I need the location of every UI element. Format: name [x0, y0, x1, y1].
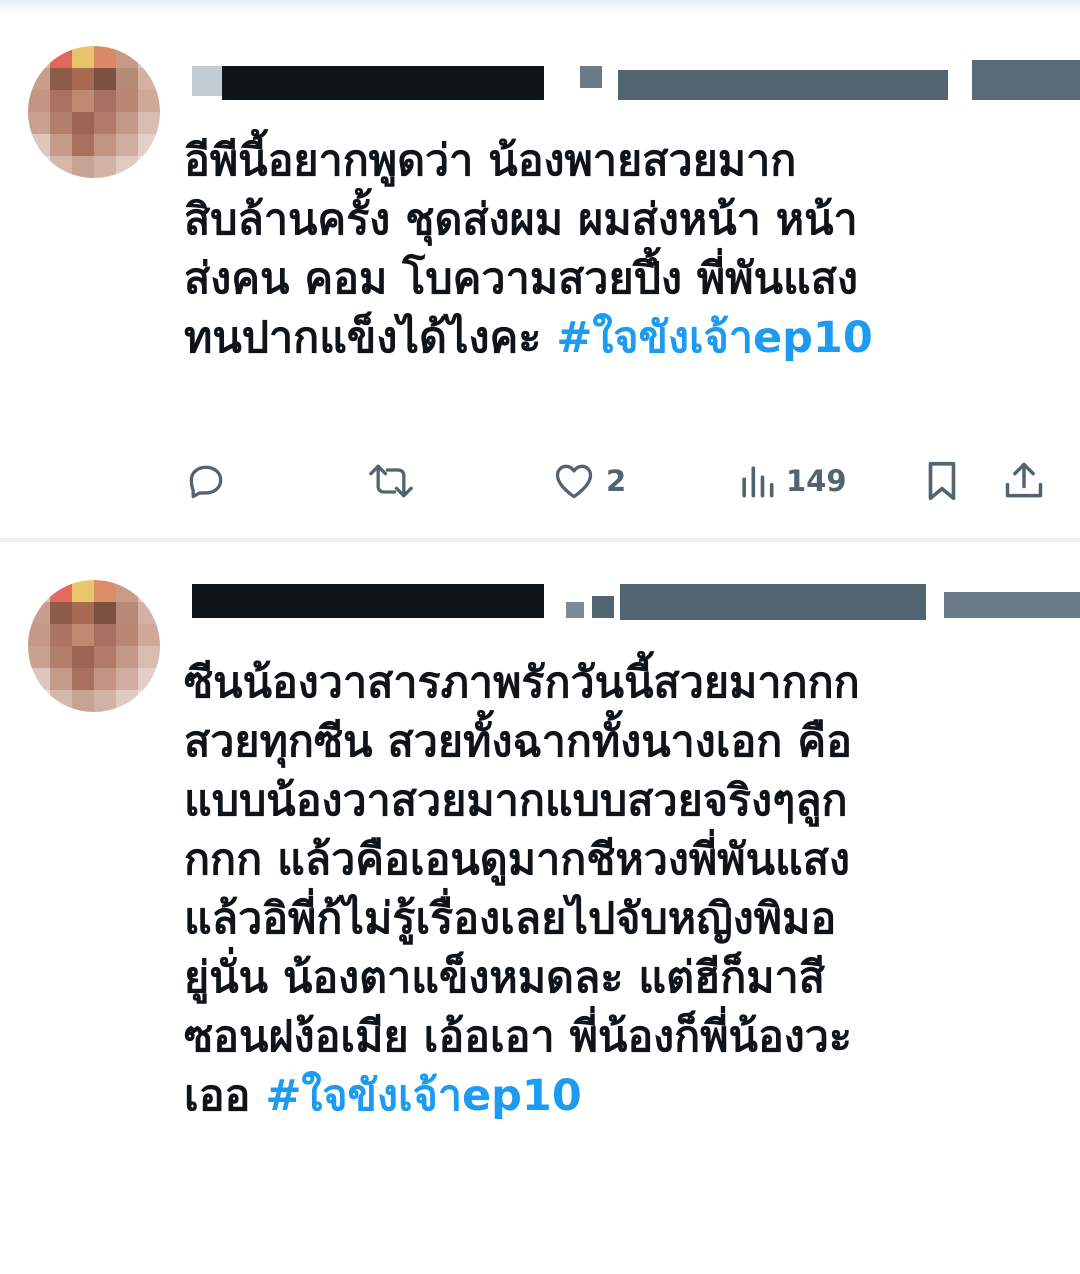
share-icon — [1005, 462, 1043, 498]
tweet-actions: 2 149 — [184, 455, 1054, 507]
hashtag-link[interactable]: #ใจขังเจ้าep10 — [265, 1071, 581, 1121]
views-icon — [742, 466, 774, 498]
like-count: 2 — [606, 464, 627, 498]
tweet-text: อีพีนี้อยากพูดว่า น้องพายสวยมาก สิบล้านค… — [184, 132, 1064, 368]
reply-icon — [189, 465, 223, 499]
views-button[interactable]: 149 — [738, 455, 847, 507]
hashtag-link[interactable]: #ใจขังเจ้าep10 — [556, 313, 872, 363]
retweet-icon — [369, 464, 413, 498]
retweet-button[interactable] — [366, 455, 416, 507]
bookmark-button[interactable] — [922, 455, 962, 507]
bookmark-icon — [928, 461, 956, 501]
share-button[interactable] — [1002, 455, 1046, 507]
heart-icon — [555, 464, 593, 499]
author-name-redacted[interactable] — [184, 0, 1080, 100]
like-button[interactable]: 2 — [552, 455, 626, 507]
tweet-card[interactable]: ซีนน้องวาสารภาพรักวันนี้สวยมากกก สวยทุกซ… — [0, 540, 1080, 1274]
view-count: 149 — [786, 464, 847, 498]
avatar[interactable] — [28, 46, 160, 178]
reply-button[interactable] — [184, 455, 228, 507]
tweet-text: ซีนน้องวาสารภาพรักวันนี้สวยมากกก สวยทุกซ… — [184, 654, 1064, 1126]
author-name-redacted[interactable] — [184, 540, 1080, 620]
avatar[interactable] — [28, 580, 160, 712]
tweet-card[interactable]: อีพีนี้อยากพูดว่า น้องพายสวยมาก สิบล้านค… — [0, 0, 1080, 540]
tweet-body: ซีนน้องวาสารภาพรักวันนี้สวยมากกก สวยทุกซ… — [184, 658, 860, 1121]
